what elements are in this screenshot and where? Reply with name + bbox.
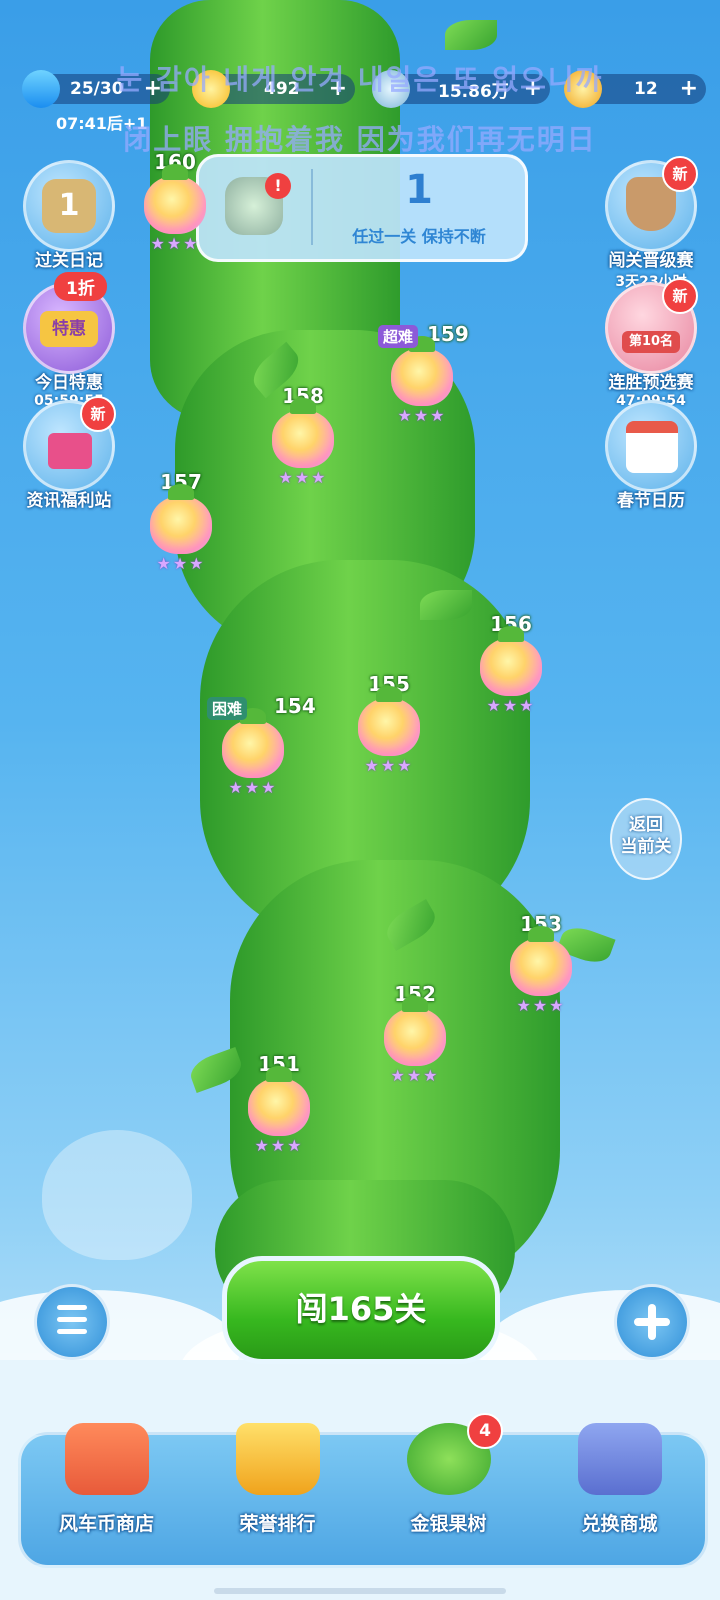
new-badge: 新: [662, 278, 698, 314]
streak-qualifier-button[interactable]: 第10名 新 连胜预选赛 47:09:54: [596, 278, 706, 409]
list-icon: [57, 1305, 87, 1310]
promotion-contest-button[interactable]: 新 闯关晋级赛 3天23小时: [596, 156, 706, 291]
deal-inner-label: 特惠: [40, 311, 98, 347]
gift-box: [48, 433, 92, 469]
fruit-icon: [480, 626, 542, 696]
level-stars: ★★★: [486, 696, 536, 715]
play-level-button[interactable]: 闯165关: [222, 1256, 500, 1364]
return-current-level-button[interactable]: 返回 当前关: [610, 798, 682, 880]
discount-tag: 1折: [54, 272, 107, 301]
fruit-icon: [391, 336, 453, 406]
add-star-button[interactable]: +: [329, 76, 347, 101]
super-hard-tag: 超难: [378, 325, 419, 348]
crown-icon: [235, 1423, 320, 1495]
lightning-icon: [22, 70, 60, 108]
fruit-icon: [150, 484, 212, 554]
level-stars: ★★★: [390, 1066, 440, 1085]
level-stars: ★★★: [228, 778, 278, 797]
fruit-icon: [144, 164, 206, 234]
add-gem-button[interactable]: +: [524, 76, 542, 101]
level-stars: ★★★: [278, 468, 328, 487]
diary-icon: 1: [23, 160, 115, 252]
fruit-icon: [248, 1066, 310, 1136]
fruit-icon: [510, 926, 572, 996]
nav-label: 兑换商城: [581, 1513, 658, 1535]
level-node-158[interactable]: 158 ★★★: [258, 384, 348, 487]
divider: [311, 169, 313, 245]
gem-counter[interactable]: 15.86万 +: [372, 70, 550, 108]
ghost-cat-mascot: [42, 1130, 192, 1260]
alert-badge: !: [265, 173, 291, 199]
level-stars: ★★★: [254, 1136, 304, 1155]
fruit-icon: [272, 398, 334, 468]
coin-counter[interactable]: 12 +: [564, 70, 706, 108]
spring-calendar-button[interactable]: 春节日历: [596, 400, 706, 511]
nav-exchange-mall[interactable]: 兑换商城: [534, 1423, 705, 1565]
level-stars: ★★★: [397, 406, 447, 425]
coin-icon: [564, 70, 602, 108]
star-icon: [192, 70, 230, 108]
fruit-icon: [358, 686, 420, 756]
nav-label: 荣誉排行: [239, 1513, 316, 1535]
level-node-157[interactable]: 157 ★★★: [136, 470, 226, 573]
level-stars: ★★★: [156, 554, 206, 573]
calendar-page: [626, 421, 678, 473]
nav-label: 金银果树: [410, 1513, 487, 1535]
diary-count: 1: [42, 179, 96, 233]
nav-fruit-tree[interactable]: 4 金银果树: [363, 1413, 534, 1565]
menu-button[interactable]: [34, 1284, 110, 1360]
gem-value: 15.86万: [438, 81, 509, 102]
game-screen: 25/30 + 07:41后+1 492 + 15.86万 + 12 + 눈 감…: [0, 0, 720, 1600]
fruit-icon: [222, 708, 284, 778]
new-badge: 新: [80, 396, 116, 432]
level-stars: ★★★: [516, 996, 566, 1015]
rank-ribbon: 第10名: [622, 331, 680, 353]
streak-card[interactable]: ! 1 任过一关 保持不断: [196, 154, 528, 262]
level-stars: ★★★: [364, 756, 414, 775]
star-value: 492: [264, 79, 300, 99]
notification-badge: 4: [467, 1413, 503, 1449]
nav-ranking[interactable]: 荣誉排行: [192, 1423, 363, 1565]
home-indicator: [214, 1588, 506, 1594]
energy-counter[interactable]: 25/30 +: [22, 70, 170, 108]
level-number: 154: [274, 694, 316, 718]
level-node-152[interactable]: 152 ★★★: [370, 982, 460, 1085]
level-node-151[interactable]: 151 ★★★: [234, 1052, 324, 1155]
calendar-icon: [605, 400, 697, 492]
level-node-160[interactable]: 160 ★★★: [130, 150, 220, 253]
hard-tag: 困难: [207, 697, 248, 720]
lock-icon: [577, 1423, 662, 1495]
fruit-icon: [384, 996, 446, 1066]
add-button[interactable]: [614, 1284, 690, 1360]
level-node-153[interactable]: 153 ★★★: [496, 912, 586, 1015]
nav-label: 风车币商店: [58, 1513, 154, 1535]
shop-icon: [64, 1423, 149, 1495]
star-counter[interactable]: 492 +: [192, 70, 355, 108]
level-node-155[interactable]: 155 ★★★: [344, 672, 434, 775]
bottom-nav: 风车币商店 荣誉排行 4 金银果树 兑换商城: [18, 1413, 708, 1568]
plus-icon-v: [648, 1304, 656, 1340]
gem-icon: [372, 70, 410, 108]
info-welfare-button[interactable]: 新 资讯福利站: [14, 396, 124, 511]
streak-count: 1: [405, 167, 433, 213]
level-diary-button[interactable]: 1 过关日记: [14, 160, 124, 271]
energy-timer: 07:41后+1: [56, 114, 148, 133]
energy-value: 25/30: [70, 79, 124, 99]
level-node-156[interactable]: 156 ★★★: [466, 612, 556, 715]
level-stars: ★★★: [150, 234, 200, 253]
daily-deal-button[interactable]: 特惠 1折 今日特惠 05:59:55: [14, 272, 124, 409]
add-energy-button[interactable]: +: [144, 76, 162, 101]
coin-value: 12: [634, 79, 658, 99]
streak-caption: 任过一关 保持不断: [352, 227, 486, 246]
nav-shop[interactable]: 风车币商店: [21, 1423, 192, 1565]
add-coin-button[interactable]: +: [680, 76, 698, 101]
new-badge: 新: [662, 156, 698, 192]
